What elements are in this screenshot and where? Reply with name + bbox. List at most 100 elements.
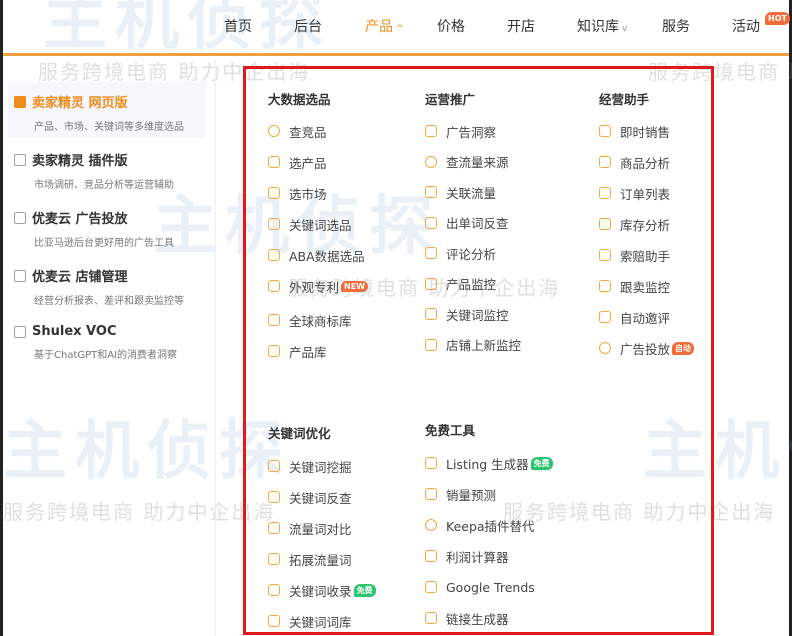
menu-item[interactable]: 产品监控 xyxy=(425,275,496,293)
menu-item-label: Keepa插件替代 xyxy=(446,518,535,534)
menu-item[interactable]: 销量预测 xyxy=(425,485,496,503)
menu-item[interactable]: 库存分析 xyxy=(599,215,670,233)
menu-item[interactable]: 查竞品 xyxy=(268,122,327,140)
library-icon xyxy=(268,615,280,627)
menu-item[interactable]: Listing 生成器 免费 xyxy=(425,454,553,472)
sidebar-product-title: Shulex VOC xyxy=(14,324,206,339)
menu-item[interactable]: 自动邀评 xyxy=(599,308,670,326)
menu-item[interactable]: ABA数据选品 xyxy=(268,246,365,264)
menu-item[interactable]: 流量词对比 xyxy=(268,519,352,537)
menu-item[interactable]: 订单列表 xyxy=(599,184,670,202)
product-icon xyxy=(14,95,26,108)
menu-item[interactable]: 拓展流量词 xyxy=(268,550,352,568)
menu-item[interactable]: 关键词收录 免费 xyxy=(268,581,376,599)
chart-icon xyxy=(268,584,280,596)
nav-item[interactable]: 后台 xyxy=(294,16,322,36)
menu-item-label: 利润计算器 xyxy=(446,549,509,565)
follow-icon xyxy=(599,280,611,292)
sidebar-product[interactable]: 卖家精灵 网页版 产品、市场、关键词等多维度选品 xyxy=(8,82,206,138)
nav-item[interactable]: 价格 xyxy=(437,16,465,36)
menu-item-label: 链接生成器 xyxy=(446,611,509,627)
traffic-icon xyxy=(425,155,437,168)
menu-item-label: 广告洞察 xyxy=(446,124,497,140)
menu-item-label: 评论分析 xyxy=(446,246,497,262)
nav-item[interactable]: 开店 xyxy=(507,16,535,36)
sidebar-product[interactable]: 卖家精灵 插件版 市场调研、竞品分析等运营辅助 xyxy=(8,140,206,196)
menu-item-label: 关联流量 xyxy=(446,185,497,201)
menu-item-badge: NEW xyxy=(341,280,368,292)
comment-icon xyxy=(425,247,437,259)
sidebar-product-title: 卖家精灵 插件版 xyxy=(14,150,206,169)
inventory-icon xyxy=(599,218,611,230)
keepa-icon xyxy=(425,519,437,531)
menu-section-title: 经营助手 xyxy=(599,92,650,107)
menu-item[interactable]: Google Trends xyxy=(425,578,535,596)
sidebar-product[interactable]: 优麦云 店铺管理经营分析报表、差评和跟卖监控等 xyxy=(8,256,206,312)
menu-item[interactable]: 跟卖监控 xyxy=(599,277,670,295)
chain-icon xyxy=(425,612,437,624)
menu-item[interactable]: 广告投放 自动 xyxy=(599,339,695,357)
review-icon xyxy=(599,311,611,323)
menu-item[interactable]: 查流量来源 xyxy=(425,153,509,171)
menu-item[interactable]: 店铺上新监控 xyxy=(425,336,521,354)
menu-section-title: 免费工具 xyxy=(425,423,476,438)
menu-item[interactable]: 评论分析 xyxy=(425,244,496,262)
nav-item[interactable]: 服务 xyxy=(662,16,690,36)
sidebar-product[interactable]: Shulex VOC 基于ChatGPT和AI的消费者洞察 xyxy=(8,314,206,370)
menu-item[interactable]: 产品库 xyxy=(268,342,327,360)
menu-item[interactable]: 利润计算器 xyxy=(425,547,509,565)
menu-item[interactable]: 链接生成器 xyxy=(425,609,509,627)
menu-item[interactable]: 外观专利 NEW xyxy=(268,277,368,295)
menu-item[interactable]: 关键词选品 xyxy=(268,215,352,233)
menu-item[interactable]: 选产品 xyxy=(268,153,327,171)
product-sidebar: 卖家精灵 网页版 产品、市场、关键词等多维度选品 卖家精灵 插件版 市场调研、竞品分析… xyxy=(6,60,216,636)
compare-icon xyxy=(268,522,280,534)
nav-item[interactable]: 首页 xyxy=(224,16,252,36)
nav-item[interactable]: 产品 ^ xyxy=(365,16,404,36)
forecast-icon xyxy=(425,488,437,500)
menu-item[interactable]: 出单词反查 xyxy=(425,214,509,232)
menu-item-label: Listing 生成器 xyxy=(446,456,529,472)
menu-item-label: 关键词词库 xyxy=(289,614,352,630)
menu-item-label: 全球商标库 xyxy=(289,313,352,329)
sidebar-product-title: 优麦云 广告投放 xyxy=(14,208,206,227)
sidebar-product-desc: 经营分析报表、差评和跟卖监控等 xyxy=(34,296,184,307)
claim-icon xyxy=(599,249,611,261)
menu-item[interactable]: 即时销售 xyxy=(599,122,670,140)
nav-item-label: 服务 xyxy=(662,19,690,35)
product-monitor-icon xyxy=(425,277,437,290)
nav-item[interactable]: 知识库 v xyxy=(577,16,627,36)
product-icon xyxy=(14,325,26,338)
filter-icon xyxy=(268,156,280,168)
menu-item[interactable]: 全球商标库 xyxy=(268,311,352,329)
menu-item[interactable]: Keepa插件替代 xyxy=(425,516,535,534)
menu-item[interactable]: 关键词反查 xyxy=(268,488,352,506)
menu-item[interactable]: 广告洞察 xyxy=(425,122,496,140)
menu-item-label: 选产品 xyxy=(289,155,327,171)
menu-item-label: 销量预测 xyxy=(446,487,497,503)
chevron-up-icon: ^ xyxy=(396,24,404,34)
sidebar-product[interactable]: 优麦云 广告投放 比亚马逊后台更好用的广告工具 xyxy=(8,198,206,254)
menu-item-label: 商品分析 xyxy=(620,155,671,171)
top-nav: 首页 后台 产品 ^ 价格 开店 知识库 v 服务 活动 HOT xyxy=(3,0,790,56)
title-text: Shulex VOC xyxy=(32,324,117,339)
chevron-down-icon: v xyxy=(622,24,628,34)
reverse-icon xyxy=(425,216,437,229)
product-icon xyxy=(14,269,26,282)
menu-item[interactable]: 关键词监控 xyxy=(425,305,509,323)
menu-item[interactable]: 关键词挖掘 xyxy=(268,457,352,475)
menu-item[interactable]: 选市场 xyxy=(268,184,327,202)
menu-item[interactable]: 关键词词库 xyxy=(268,612,352,630)
nav-item[interactable]: 活动 xyxy=(732,16,760,36)
title-text: 优麦云 店铺管理 xyxy=(32,270,128,285)
menu-item[interactable]: 关联流量 xyxy=(425,183,496,201)
menu-item-label: 关键词反查 xyxy=(289,490,352,506)
expand-icon xyxy=(268,553,280,565)
menu-item[interactable]: 商品分析 xyxy=(599,153,670,171)
menu-item-label: 订单列表 xyxy=(620,186,671,202)
nav-item-label: 知识库 xyxy=(577,19,619,35)
patent-icon xyxy=(268,280,280,292)
menu-item-label: 流量词对比 xyxy=(289,521,352,537)
trademark-icon xyxy=(268,314,280,326)
menu-item[interactable]: 索赔助手 xyxy=(599,246,670,264)
